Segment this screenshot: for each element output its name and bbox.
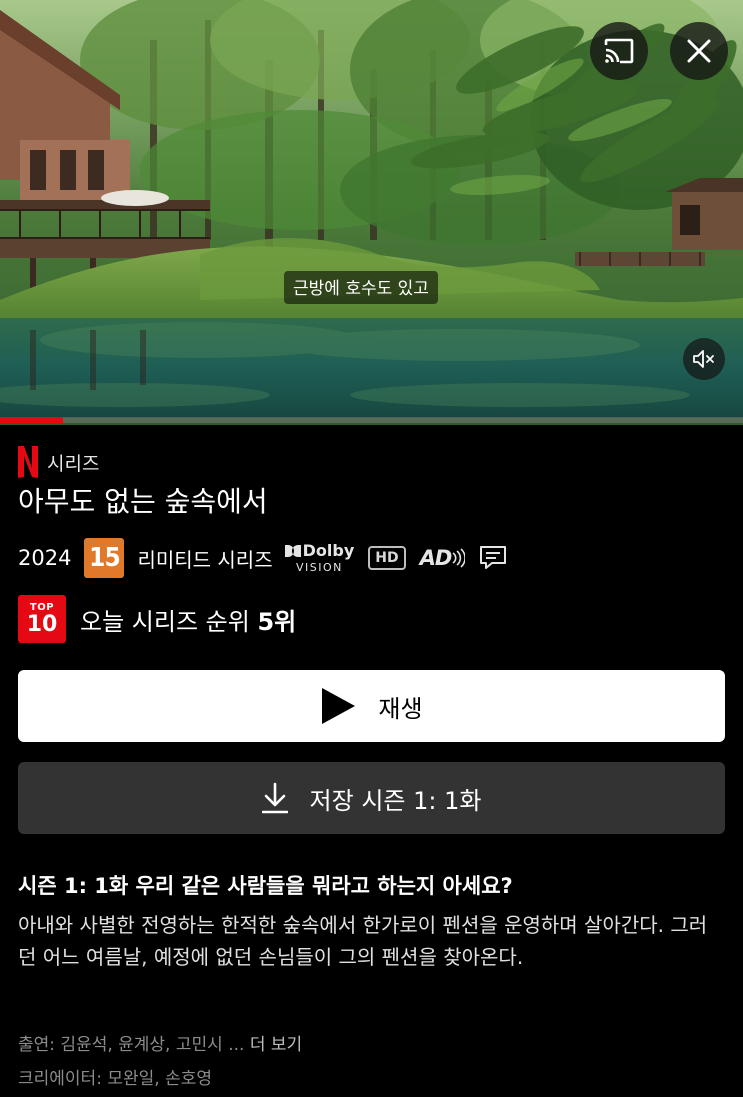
cast-button[interactable]	[590, 22, 648, 80]
close-icon	[687, 39, 711, 63]
play-button-label: 재생	[378, 694, 423, 723]
cast-text: 출연: 김윤석, 윤계상, 고민시 ...	[18, 1035, 245, 1055]
hd-badge: HD	[368, 546, 406, 570]
top10-row: TOP 10 오늘 시리즈 순위 5위	[18, 595, 296, 643]
content-type-row: 시리즈	[18, 446, 99, 478]
ranking-value: 5위	[257, 607, 297, 636]
dolby-top-text: Dolby	[302, 541, 355, 560]
video-player[interactable]: 근방에 호수도 있고	[0, 0, 743, 425]
release-year: 2024	[18, 546, 72, 570]
download-button[interactable]: 저장 시즌 1: 1화	[18, 762, 725, 834]
top10-badge-top: TOP	[29, 601, 55, 613]
episode-description: 아내와 사별한 전영하는 한적한 숲속에서 한가로이 펜션을 운영하며 살아간다…	[18, 913, 708, 969]
ad-text: AD	[419, 546, 453, 570]
progress-bar[interactable]	[0, 417, 743, 423]
dolby-vision-badge: Dolby VISION	[284, 541, 355, 574]
download-icon	[261, 782, 288, 814]
mute-button[interactable]	[683, 338, 725, 380]
caption-text: 근방에 호수도 있고	[284, 271, 438, 304]
content-type-label: 시리즈	[47, 452, 100, 475]
episode-title: 시즌 1: 1화 우리 같은 사람들을 뭐라고 하는지 아세요?	[18, 874, 513, 898]
netflix-n-icon	[18, 446, 38, 478]
audio-waves-icon	[452, 548, 466, 568]
progress-fill	[0, 417, 64, 423]
ranking-prefix: 오늘 시리즈 순위	[80, 607, 250, 636]
audio-description-badge: AD	[420, 546, 466, 570]
download-button-label: 저장 시즌 1: 1화	[309, 786, 482, 815]
mute-icon	[693, 350, 714, 368]
subtitles-icon	[479, 545, 507, 571]
top10-badge: TOP 10	[18, 595, 66, 643]
show-title: 아무도 없는 숲속에서	[18, 485, 268, 518]
dolby-icon	[284, 545, 301, 557]
top10-badge-number: 10	[26, 611, 58, 637]
dolby-bottom-text: VISION	[296, 561, 343, 574]
format-label: 리미티드 시리즈	[137, 547, 273, 572]
play-button[interactable]: 재생	[18, 670, 725, 742]
cast-line: 출연: 김윤석, 윤계상, 고민시 ... 더 보기	[18, 1030, 302, 1055]
metadata-row: 2024 15 리미티드 시리즈 Dolby VISION HD AD	[18, 536, 507, 580]
more-link[interactable]: 더 보기	[250, 1035, 302, 1055]
close-button[interactable]	[670, 22, 728, 80]
play-icon	[322, 688, 356, 724]
age-rating-badge: 15	[84, 538, 125, 578]
cast-icon	[604, 38, 634, 64]
creators-line: 크리에이터: 모완일, 손호영	[18, 1069, 212, 1089]
ranking-text: 오늘 시리즈 순위 5위	[80, 602, 296, 637]
